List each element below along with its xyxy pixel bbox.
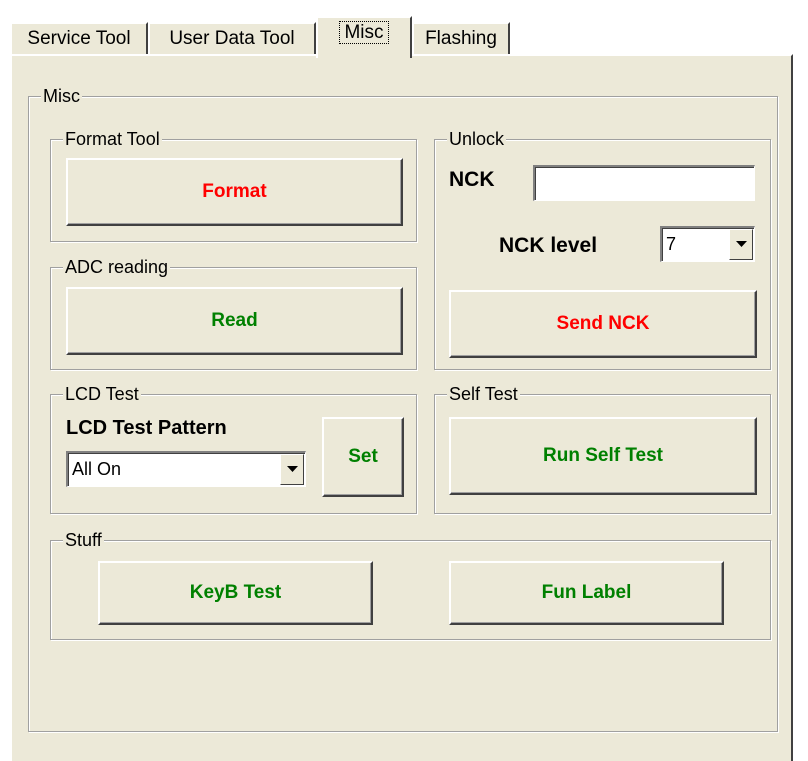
nck-label: NCK [449, 168, 495, 191]
lcd-test-pattern-label: LCD Test Pattern [66, 417, 227, 439]
nck-level-select[interactable]: 7 [660, 226, 755, 262]
chevron-down-icon[interactable] [729, 229, 753, 260]
tab-user-data-tool[interactable]: User Data Tool [148, 22, 316, 56]
nck-level-label: NCK level [499, 234, 598, 257]
misc-group-title: Misc [41, 84, 82, 108]
format-tool-title: Format Tool [63, 127, 162, 151]
tab-misc-label: Misc [339, 21, 389, 44]
lcd-test-title: LCD Test [63, 382, 141, 406]
self-test-title: Self Test [447, 382, 520, 406]
adc-reading-title: ADC reading [63, 255, 171, 279]
set-button[interactable]: Set [322, 417, 404, 497]
misc-tab-panel: Misc Format Tool Format ADC reading Read… [10, 54, 793, 761]
unlock-group: Unlock NCK NCK level 7 Send NCK [434, 127, 771, 370]
send-nck-button[interactable]: Send NCK [449, 290, 757, 358]
lcd-pattern-value: All On [72, 459, 122, 479]
format-tool-group: Format Tool Format [50, 127, 417, 242]
unlock-title: Unlock [447, 127, 507, 151]
format-button[interactable]: Format [66, 158, 403, 226]
tab-service-tool[interactable]: Service Tool [10, 22, 148, 56]
adc-reading-group: ADC reading Read [50, 255, 417, 370]
lcd-pattern-select[interactable]: All On [66, 451, 306, 487]
self-test-group: Self Test Run Self Test [434, 382, 771, 514]
stuff-group: Stuff KeyB Test Fun Label [50, 528, 771, 640]
stuff-title: Stuff [63, 528, 104, 552]
keyb-test-button[interactable]: KeyB Test [98, 561, 373, 625]
fun-label-button[interactable]: Fun Label [449, 561, 724, 625]
chevron-down-icon[interactable] [280, 454, 304, 485]
read-button[interactable]: Read [66, 287, 403, 355]
nck-level-value: 7 [666, 234, 677, 254]
tab-misc[interactable]: Misc [316, 16, 412, 58]
tab-flashing[interactable]: Flashing [412, 22, 510, 56]
nck-input[interactable] [533, 165, 755, 201]
run-self-test-button[interactable]: Run Self Test [449, 417, 757, 495]
lcd-test-group: LCD Test LCD Test Pattern All On Set [50, 382, 417, 514]
